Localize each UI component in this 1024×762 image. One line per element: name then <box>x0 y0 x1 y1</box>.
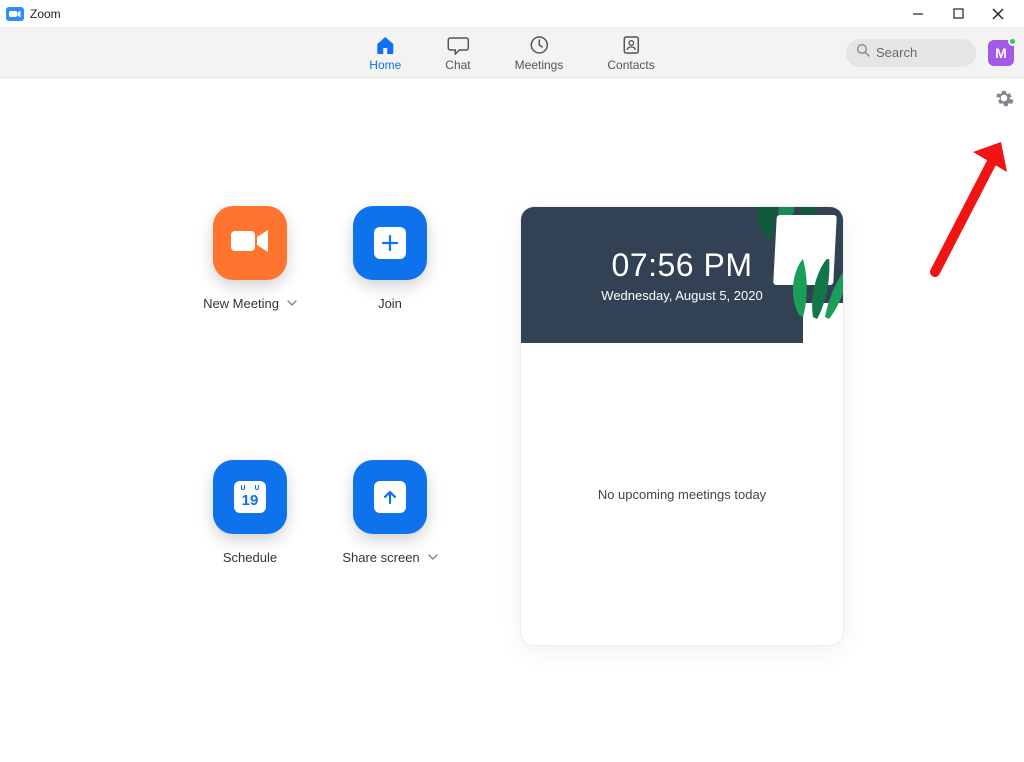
join-button[interactable] <box>353 206 427 280</box>
tab-chat[interactable]: Chat <box>445 34 470 72</box>
decorative-plant-icon <box>803 303 843 343</box>
avatar-initial: M <box>995 45 1007 61</box>
calendar-icon: 19 <box>234 481 266 513</box>
content-area: New Meeting Join 19 <box>0 78 1024 762</box>
join-label: Join <box>378 296 402 311</box>
tab-meetings[interactable]: Meetings <box>515 34 564 72</box>
panel-header: 07:56 PM Wednesday, August 5, 2020 <box>521 207 843 343</box>
chevron-down-icon <box>428 552 438 563</box>
plus-icon <box>374 227 406 259</box>
search-placeholder: Search <box>876 45 917 60</box>
video-icon <box>229 226 271 261</box>
clock-icon <box>528 34 550 56</box>
window-minimize-button[interactable] <box>898 0 938 28</box>
search-icon <box>856 43 870 62</box>
calendar-day: 19 <box>242 492 259 509</box>
tab-meetings-label: Meetings <box>515 58 564 72</box>
chat-icon <box>447 34 469 56</box>
tab-contacts[interactable]: Contacts <box>607 34 654 72</box>
app-title: Zoom <box>30 7 61 21</box>
tab-contacts-label: Contacts <box>607 58 654 72</box>
chevron-down-icon <box>287 298 297 309</box>
share-screen-label-row[interactable]: Share screen <box>342 550 437 565</box>
action-grid: New Meeting Join 19 <box>180 206 460 646</box>
titlebar: Zoom <box>0 0 1024 28</box>
contacts-icon <box>620 34 642 56</box>
window-maximize-button[interactable] <box>938 0 978 28</box>
tab-chat-label: Chat <box>445 58 470 72</box>
home-icon <box>374 34 396 56</box>
gear-icon <box>994 88 1014 108</box>
clock-date: Wednesday, August 5, 2020 <box>601 288 762 303</box>
arrow-up-icon <box>374 481 406 513</box>
schedule-label: Schedule <box>223 550 277 565</box>
schedule-button[interactable]: 19 <box>213 460 287 534</box>
new-meeting-label: New Meeting <box>203 296 279 311</box>
tab-home[interactable]: Home <box>369 34 401 72</box>
tab-home-label: Home <box>369 58 401 72</box>
share-screen-label: Share screen <box>342 550 419 565</box>
calendar-panel: 07:56 PM Wednesday, August 5, 2020 No up… <box>520 206 844 646</box>
top-nav: Home Chat Meetings Contacts Search <box>0 28 1024 78</box>
new-meeting-label-row[interactable]: New Meeting <box>203 296 297 311</box>
no-meetings-text: No upcoming meetings today <box>598 487 766 502</box>
search-input[interactable]: Search <box>846 39 976 67</box>
window-close-button[interactable] <box>978 0 1018 28</box>
presence-indicator-icon <box>1008 37 1017 46</box>
clock-time: 07:56 PM <box>612 247 753 284</box>
avatar[interactable]: M <box>988 40 1014 66</box>
zoom-logo-icon <box>6 7 24 21</box>
share-screen-button[interactable] <box>353 460 427 534</box>
settings-button[interactable] <box>994 88 1014 113</box>
new-meeting-button[interactable] <box>213 206 287 280</box>
